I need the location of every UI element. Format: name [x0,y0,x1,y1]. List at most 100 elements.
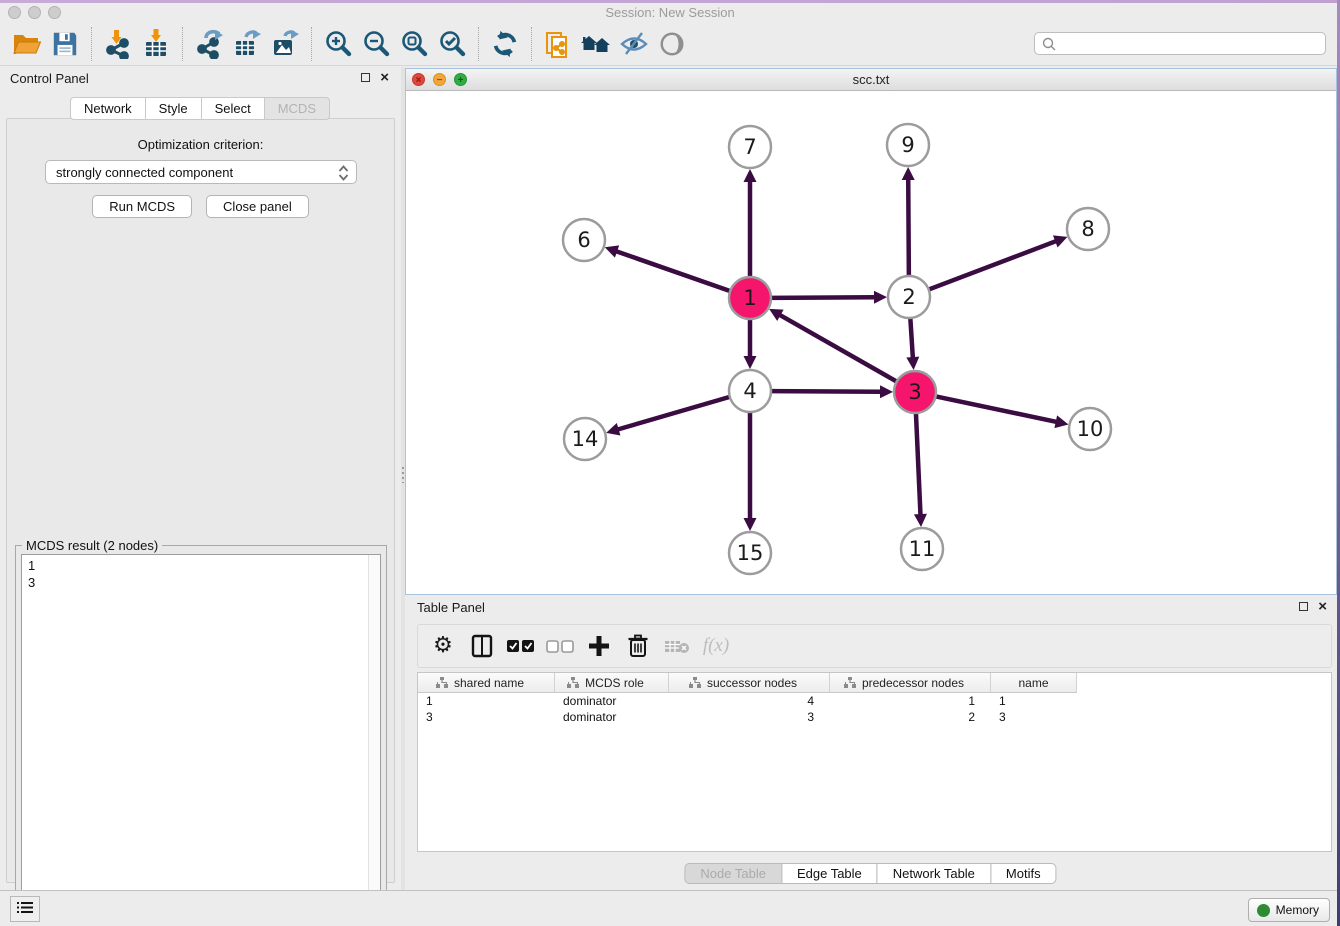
graph-edge-4-14[interactable] [618,397,729,429]
column-type-icon [567,677,579,688]
export-network-button[interactable] [190,26,228,62]
table-row[interactable]: 1 dominator 4 1 1 [418,693,1331,709]
zoom-fit-button[interactable] [395,26,433,62]
mcds-result-text[interactable]: 1 3 [21,554,381,916]
zoom-selected-icon [437,29,467,59]
home-icon [580,29,612,59]
criterion-selected-value: strongly connected component [56,165,233,180]
delete-table-button-disabled [662,631,692,661]
graph-edge-2-3[interactable] [910,319,912,358]
checked-boxes-icon [507,638,535,654]
tab-edge-table[interactable]: Edge Table [781,863,878,884]
plus-icon [587,634,611,658]
graph-edge-1-2[interactable] [772,297,875,298]
clone-network-button[interactable] [539,26,577,62]
graph-edge-arrowhead [902,167,915,180]
eye-icon [658,30,686,58]
import-table-button[interactable] [137,26,175,62]
save-session-button[interactable] [46,26,84,62]
zoom-in-button[interactable] [319,26,357,62]
main-toolbar [0,22,1340,66]
cell-mcds-role: dominator [555,710,669,724]
close-panel-button[interactable]: Close panel [206,195,309,218]
tab-select[interactable]: Select [201,97,265,120]
cell-shared-name: 3 [418,710,555,724]
tab-style[interactable]: Style [145,97,202,120]
cell-mcds-role: dominator [555,694,669,708]
task-history-button[interactable] [10,896,40,922]
table-header-row: shared name MCDS role successor nodes pr… [418,673,1331,693]
graph-node-label: 15 [737,541,764,565]
float-table-panel-icon[interactable] [1299,602,1308,611]
table-panel: Table Panel × ⚙ [405,595,1337,890]
result-scrollbar[interactable] [368,555,380,915]
graph-edge-3-1[interactable] [780,315,896,381]
close-panel-icon[interactable]: × [380,73,389,82]
create-column-button[interactable] [584,631,614,661]
result-line: 1 [28,557,380,574]
column-header-shared-name[interactable]: shared name [418,673,555,693]
tab-mcds[interactable]: MCDS [264,97,330,120]
graph-edge-2-9[interactable] [908,179,909,275]
deselect-all-button[interactable] [545,631,575,661]
zoom-selected-button[interactable] [433,26,471,62]
search-input[interactable] [1058,37,1313,51]
show-graphics-details-button[interactable] [653,26,691,62]
criterion-select[interactable]: strongly connected component [45,160,357,184]
search-icon [1040,35,1058,53]
gear-icon: ⚙ [433,631,453,661]
graph-edge-2-8[interactable] [930,241,1057,289]
graph-edge-3-10[interactable] [937,397,1057,422]
column-header-mcds-role[interactable]: MCDS role [555,673,669,693]
graph-edge-arrowhead [874,291,887,304]
graph-edge-1-6[interactable] [616,251,729,291]
apply-layout-button[interactable] [486,26,524,62]
table-toolbar: ⚙ [417,624,1332,668]
delete-column-button[interactable] [623,631,653,661]
fx-icon: f(x) [703,635,729,657]
tab-network[interactable]: Network [70,97,146,120]
search-box[interactable] [1034,32,1326,55]
import-network-icon [103,29,133,59]
memory-button[interactable]: Memory [1248,898,1330,922]
network-window-titlebar[interactable]: × − + scc.txt [406,69,1336,91]
home-button[interactable] [577,26,615,62]
run-mcds-button[interactable]: Run MCDS [92,195,192,218]
graph-edge-arrowhead [1054,415,1068,428]
show-columns-button[interactable] [467,631,497,661]
toolbar-divider [478,27,479,61]
zoom-fit-icon [399,29,429,59]
node-table: shared name MCDS role successor nodes pr… [417,672,1332,852]
graph-canvas[interactable]: 7968124314101511 [406,91,1336,594]
mcds-result-group: MCDS result (2 nodes) 1 3 [15,545,387,923]
column-header-predecessor-nodes[interactable]: predecessor nodes [830,673,991,693]
cell-predecessor-nodes: 1 [830,694,991,708]
graph-node-label: 6 [577,228,590,252]
export-image-button[interactable] [266,26,304,62]
cell-successor-nodes: 3 [669,710,830,724]
column-type-icon [436,677,448,688]
close-table-panel-icon[interactable]: × [1318,602,1327,611]
tab-motifs[interactable]: Motifs [990,863,1057,884]
table-settings-button[interactable]: ⚙ [428,631,458,661]
float-panel-icon[interactable] [361,73,370,82]
tab-node-table[interactable]: Node Table [684,863,782,884]
zoom-out-button[interactable] [357,26,395,62]
column-header-successor-nodes[interactable]: successor nodes [669,673,830,693]
import-network-button[interactable] [99,26,137,62]
export-table-button[interactable] [228,26,266,62]
cell-name: 1 [991,694,1077,708]
hide-graphics-details-button[interactable] [615,26,653,62]
graph-edge-3-11[interactable] [916,414,921,515]
refresh-icon [491,30,519,58]
graph-edge-arrowhead [744,356,757,369]
table-row[interactable]: 3 dominator 3 2 3 [418,709,1331,725]
cell-name: 3 [991,710,1077,724]
column-type-icon [689,677,701,688]
column-header-name[interactable]: name [991,673,1077,693]
graph-edge-4-3[interactable] [772,391,881,392]
export-image-icon [270,29,300,59]
tab-network-table[interactable]: Network Table [877,863,991,884]
open-file-button[interactable] [8,26,46,62]
select-all-button[interactable] [506,631,536,661]
